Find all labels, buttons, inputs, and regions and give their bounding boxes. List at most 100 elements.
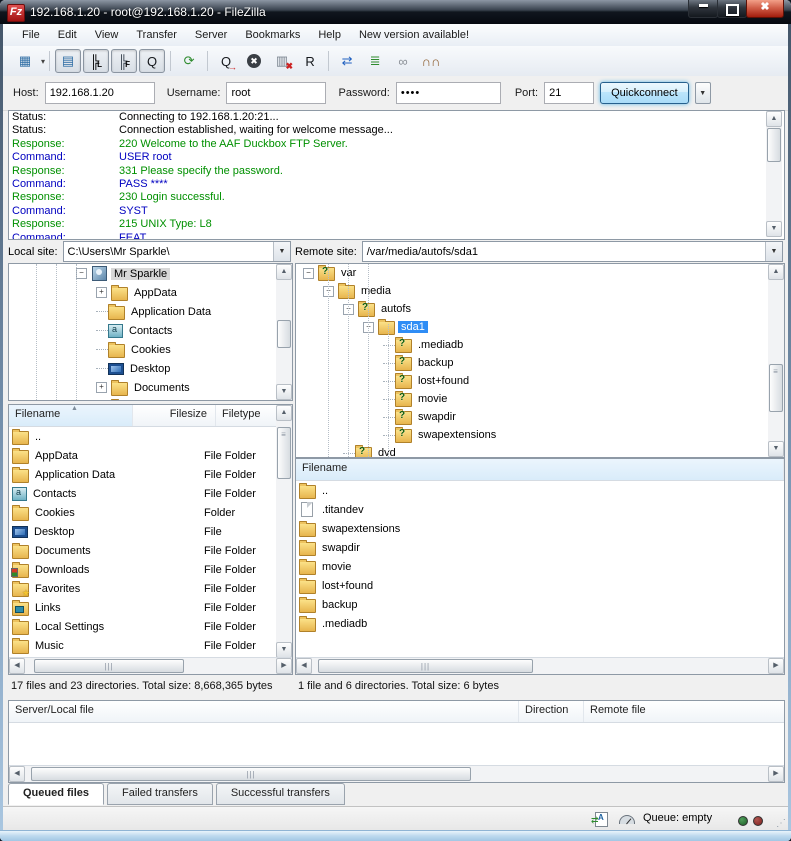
speed-limits-icon[interactable] [619, 815, 635, 824]
tab-successful-transfers[interactable]: Successful transfers [216, 783, 345, 805]
log-scrollbar[interactable]: ▲ ▼ [766, 111, 782, 237]
file-row-cookies[interactable]: CookiesFolder [9, 503, 292, 522]
local-site-combo[interactable]: C:\Users\Mr Sparkle\ ▼ [63, 241, 291, 262]
scroll-left-icon[interactable]: ◀ [296, 658, 312, 674]
title-bar[interactable]: Fz 192.168.1.20 - root@192.168.1.20 - Fi… [0, 0, 791, 24]
collapse-icon[interactable]: − [76, 268, 87, 279]
toggle-message-log-button[interactable]: ▤ [55, 49, 81, 73]
resize-grip[interactable]: ⋰ [776, 818, 786, 829]
site-manager-button[interactable]: ▦ [12, 49, 38, 73]
tab-queued-files[interactable]: Queued files [8, 783, 104, 805]
log-scrollbar-thumb[interactable] [767, 128, 781, 162]
scroll-right-icon[interactable]: ▶ [276, 658, 292, 674]
remote-tree-scrollbar[interactable]: ▲ ≡ ▼ [768, 264, 784, 457]
transfer-queue-pane[interactable]: Server/Local file Direction Remote file … [8, 700, 785, 783]
tree-item-dvd[interactable]: dvd [296, 444, 784, 458]
file-row-contacts[interactable]: ContactsFile Folder [9, 484, 292, 503]
tree-item-media[interactable]: −media [296, 282, 784, 300]
file-row-item[interactable]: .. [296, 481, 784, 500]
column-header-filename[interactable]: Filename [296, 459, 784, 480]
scroll-up-icon[interactable]: ▲ [276, 264, 292, 280]
scroll-down-icon[interactable]: ▼ [766, 221, 782, 237]
file-row-downloads[interactable]: DownloadsFile Folder [9, 560, 292, 579]
remote-list-hscrollbar-thumb[interactable]: ||| [318, 659, 533, 673]
local-list-scrollbar[interactable]: ▲ ≡ ▼ [276, 405, 292, 658]
tree-item-backup[interactable]: backup [296, 354, 784, 372]
quickconnect-dropdown-button[interactable]: ▼ [695, 82, 711, 104]
file-row-swapdir[interactable]: swapdir [296, 538, 784, 557]
cancel-button[interactable]: ✖ [241, 49, 267, 73]
scroll-right-icon[interactable]: ▶ [768, 766, 784, 782]
password-input[interactable] [396, 82, 501, 104]
file-row-lost-found[interactable]: lost+found [296, 576, 784, 595]
scroll-left-icon[interactable]: ◀ [9, 766, 25, 782]
tree-item-movie[interactable]: movie [296, 390, 784, 408]
process-queue-button[interactable]: Q→ [213, 49, 239, 73]
message-log[interactable]: Status:Connecting to 192.168.1.20:21...S… [8, 110, 785, 240]
tab-failed-transfers[interactable]: Failed transfers [107, 783, 213, 805]
directory-comparison-button[interactable]: ⇄ [334, 49, 360, 73]
remote-file-list-pane[interactable]: ▼ Filename ...titandevswapextensionsswap… [295, 458, 785, 675]
disconnect-button[interactable]: ▥✖ [269, 49, 295, 73]
file-row-appdata[interactable]: AppDataFile Folder [9, 446, 292, 465]
tree-item-desktop[interactable]: Desktop [9, 359, 292, 378]
tree-item-swapextensions[interactable]: swapextensions [296, 426, 784, 444]
file-row-titandev[interactable]: .titandev [296, 500, 784, 519]
file-row-movie[interactable]: movie [296, 557, 784, 576]
tree-item-downloads[interactable]: +Downloads [9, 397, 292, 401]
menu-transfer[interactable]: Transfer [127, 26, 186, 44]
file-row-local-settings[interactable]: Local SettingsFile Folder [9, 617, 292, 636]
remote-tree-scrollbar-thumb[interactable]: ≡ [769, 364, 783, 412]
local-tree-scrollbar-thumb[interactable] [277, 320, 291, 348]
local-file-list-pane[interactable]: Filename ▲ Filesize Filetype ..AppDataFi… [8, 404, 293, 675]
maximize-button[interactable] [717, 0, 747, 18]
queue-hscrollbar-thumb[interactable]: ||| [31, 767, 471, 781]
reconnect-button[interactable]: R [297, 49, 323, 73]
tree-item-cookies[interactable]: Cookies [9, 340, 292, 359]
queue-hscrollbar[interactable]: ◀ ||| ▶ [9, 765, 784, 782]
expand-icon[interactable]: + [96, 287, 107, 298]
file-row-item[interactable]: .. [9, 427, 292, 446]
toggle-remote-tree-button[interactable]: ╠F [111, 49, 137, 73]
toggle-local-tree-button[interactable]: ╠L [83, 49, 109, 73]
tree-item-contacts[interactable]: Contacts [9, 321, 292, 340]
menu-file[interactable]: File [13, 26, 49, 44]
menu-help[interactable]: Help [309, 26, 350, 44]
scroll-down-icon[interactable]: ▼ [768, 441, 784, 457]
column-header-filename[interactable]: Filename ▲ [9, 405, 133, 426]
expand-icon[interactable]: + [96, 382, 107, 393]
tree-item-sda1[interactable]: −sda1 [296, 318, 784, 336]
chevron-down-icon[interactable]: ▼ [765, 242, 782, 261]
close-button[interactable]: ✖ [746, 0, 784, 18]
local-list-scrollbar-thumb[interactable]: ≡ [277, 427, 291, 479]
tree-item-swapdir[interactable]: swapdir [296, 408, 784, 426]
port-input[interactable] [544, 82, 594, 104]
file-row-application-data[interactable]: Application DataFile Folder [9, 465, 292, 484]
synchronized-browsing-button[interactable]: ∞ [390, 49, 416, 73]
tree-item-mediadb[interactable]: .mediadb [296, 336, 784, 354]
menu-edit[interactable]: Edit [49, 26, 86, 44]
file-row-links[interactable]: LinksFile Folder [9, 598, 292, 617]
file-row-swapextensions[interactable]: swapextensions [296, 519, 784, 538]
toggle-queue-button[interactable]: Q [139, 49, 165, 73]
remote-list-hscrollbar[interactable]: ◀ ||| ▶ [296, 657, 784, 674]
collapse-icon[interactable]: − [303, 268, 314, 279]
username-input[interactable] [226, 82, 326, 104]
file-row-mediadb[interactable]: .mediadb [296, 614, 784, 633]
file-row-favorites[interactable]: FavoritesFile Folder [9, 579, 292, 598]
column-header-server-local-file[interactable]: Server/Local file [9, 701, 519, 722]
quickconnect-button[interactable]: Quickconnect [600, 82, 689, 104]
menu-server[interactable]: Server [186, 26, 236, 44]
file-row-documents[interactable]: DocumentsFile Folder [9, 541, 292, 560]
refresh-button[interactable]: ⟳ [176, 49, 202, 73]
find-files-button[interactable]: ∩∩ [418, 49, 444, 73]
tree-item-appdata[interactable]: +AppData [9, 283, 292, 302]
scroll-up-icon[interactable]: ▲ [768, 264, 784, 280]
remote-site-combo[interactable]: /var/media/autofs/sda1 ▼ [362, 241, 783, 262]
scroll-left-icon[interactable]: ◀ [9, 658, 25, 674]
site-manager-dropdown-icon[interactable]: ▾ [41, 57, 45, 66]
column-header-remote-file[interactable]: Remote file [584, 701, 784, 722]
scroll-right-icon[interactable]: ▶ [768, 658, 784, 674]
file-row-backup[interactable]: backup [296, 595, 784, 614]
file-row-desktop[interactable]: DesktopFile [9, 522, 292, 541]
